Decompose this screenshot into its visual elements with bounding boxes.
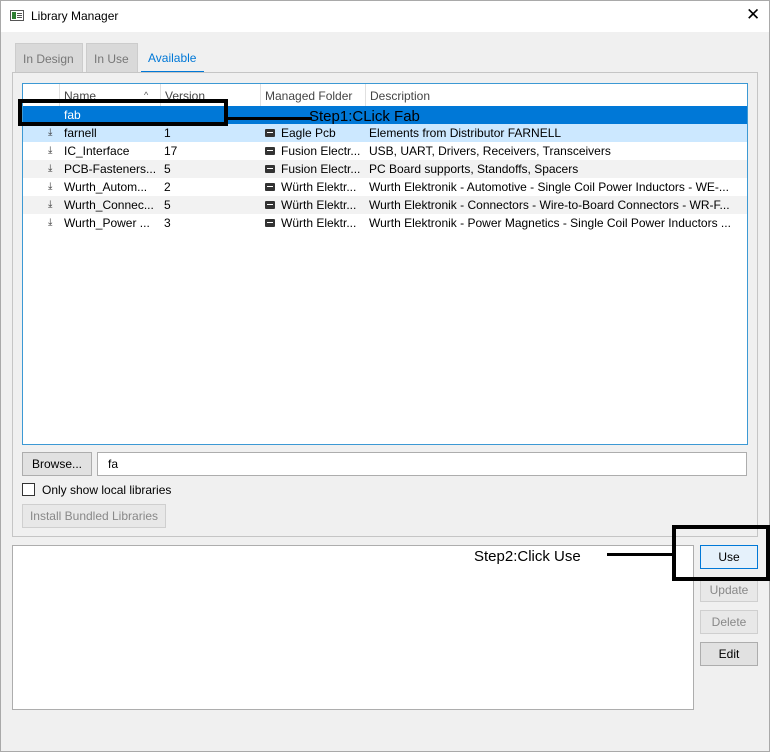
row-folder: Fusion Electr... <box>265 160 363 178</box>
title-bar: Library Manager ✕ <box>1 1 769 32</box>
row-name: farnell <box>64 126 97 140</box>
row-folder: Würth Elektr... <box>265 214 363 232</box>
row-folder-label: Würth Elektr... <box>281 180 357 194</box>
tab-in-use[interactable]: In Use <box>86 43 138 73</box>
update-button[interactable]: Update <box>700 578 758 602</box>
row-version: 3 <box>164 216 171 230</box>
download-icon: ⤓ <box>48 199 53 210</box>
column-header-folder[interactable]: Managed Folder <box>260 84 366 106</box>
row-description: Wurth Elektronik - Connectors - Wire-to-… <box>369 198 730 212</box>
row-version: 1 <box>164 126 171 140</box>
row-folder-label: Eagle Pcb <box>281 126 336 140</box>
folder-icon <box>265 200 275 209</box>
row-folder-label: Würth Elektr... <box>281 216 357 230</box>
table-row[interactable]: ⤓ PCB-Fasteners... 5 Fusion Electr... PC… <box>23 160 747 178</box>
filter-input[interactable]: fa <box>97 452 747 476</box>
download-icon: ⤓ <box>48 181 53 192</box>
row-folder: Eagle Pcb <box>265 124 363 142</box>
table-row[interactable]: ⤓ Wurth_Power ... 3 Würth Elektr... Wurt… <box>23 214 747 232</box>
table-row[interactable]: ⤓ IC_Interface 17 Fusion Electr... USB, … <box>23 142 747 160</box>
step2-annotation: Step2:Click Use <box>474 548 581 565</box>
row-folder: Würth Elektr... <box>265 178 363 196</box>
table-row[interactable]: ⤓ Wurth_Autom... 2 Würth Elektr... Wurth… <box>23 178 747 196</box>
row-folder-label: Würth Elektr... <box>281 198 357 212</box>
step2-highlight-box <box>672 525 770 581</box>
row-name: Wurth_Power ... <box>64 216 150 230</box>
download-icon: ⤓ <box>48 217 53 228</box>
library-detail-panel <box>12 545 694 710</box>
folder-icon <box>265 146 275 155</box>
row-version: 2 <box>164 180 171 194</box>
table-row[interactable]: ⤓ Wurth_Connec... 5 Würth Elektr... Wurt… <box>23 196 747 214</box>
folder-icon <box>265 218 275 227</box>
step1-pointer-line <box>228 117 312 120</box>
local-only-label: Only show local libraries <box>42 483 172 497</box>
row-name: Wurth_Autom... <box>64 180 148 194</box>
row-description: USB, UART, Drivers, Receivers, Transceiv… <box>369 144 611 158</box>
window-title: Library Manager <box>31 9 119 23</box>
table-row[interactable]: ⤓ farnell 1 Eagle Pcb Elements from Dist… <box>23 124 747 142</box>
download-icon: ⤓ <box>48 145 53 156</box>
row-description: Elements from Distributor FARNELL <box>369 126 562 140</box>
row-version: 5 <box>164 198 171 212</box>
row-version: 17 <box>164 144 178 158</box>
row-folder: Würth Elektr... <box>265 196 363 214</box>
folder-icon <box>265 128 275 137</box>
edit-button[interactable]: Edit <box>700 642 758 666</box>
step1-highlight-box <box>18 99 228 126</box>
row-folder-label: Fusion Electr... <box>281 144 361 158</box>
step2-pointer-line <box>607 553 672 556</box>
row-description: Wurth Elektronik - Power Magnetics - Sin… <box>369 216 731 230</box>
folder-icon <box>265 182 275 191</box>
row-description: Wurth Elektronik - Automotive - Single C… <box>369 180 729 194</box>
row-name: Wurth_Connec... <box>64 198 154 212</box>
close-icon[interactable]: ✕ <box>746 6 760 23</box>
row-version: 5 <box>164 162 171 176</box>
row-name: PCB-Fasteners... <box>64 162 157 176</box>
install-bundled-button[interactable]: Install Bundled Libraries <box>22 504 166 528</box>
folder-icon <box>265 164 275 173</box>
delete-button[interactable]: Delete <box>700 610 758 634</box>
local-only-checkbox[interactable] <box>22 483 35 496</box>
download-icon: ⤓ <box>48 163 53 174</box>
app-icon <box>10 10 24 21</box>
library-table: Name ^ Version Managed Folder Descriptio… <box>22 83 748 445</box>
step1-annotation: Step1:CLick Fab <box>309 108 420 125</box>
row-description: PC Board supports, Standoffs, Spacers <box>369 162 579 176</box>
row-folder-label: Fusion Electr... <box>281 162 361 176</box>
tab-available[interactable]: Available <box>141 43 204 73</box>
tab-in-design[interactable]: In Design <box>15 43 83 73</box>
browse-button[interactable]: Browse... <box>22 452 92 476</box>
row-folder: Fusion Electr... <box>265 142 363 160</box>
download-icon: ⤓ <box>48 127 53 138</box>
column-header-description[interactable]: Description <box>365 84 747 106</box>
row-name: IC_Interface <box>64 144 130 158</box>
